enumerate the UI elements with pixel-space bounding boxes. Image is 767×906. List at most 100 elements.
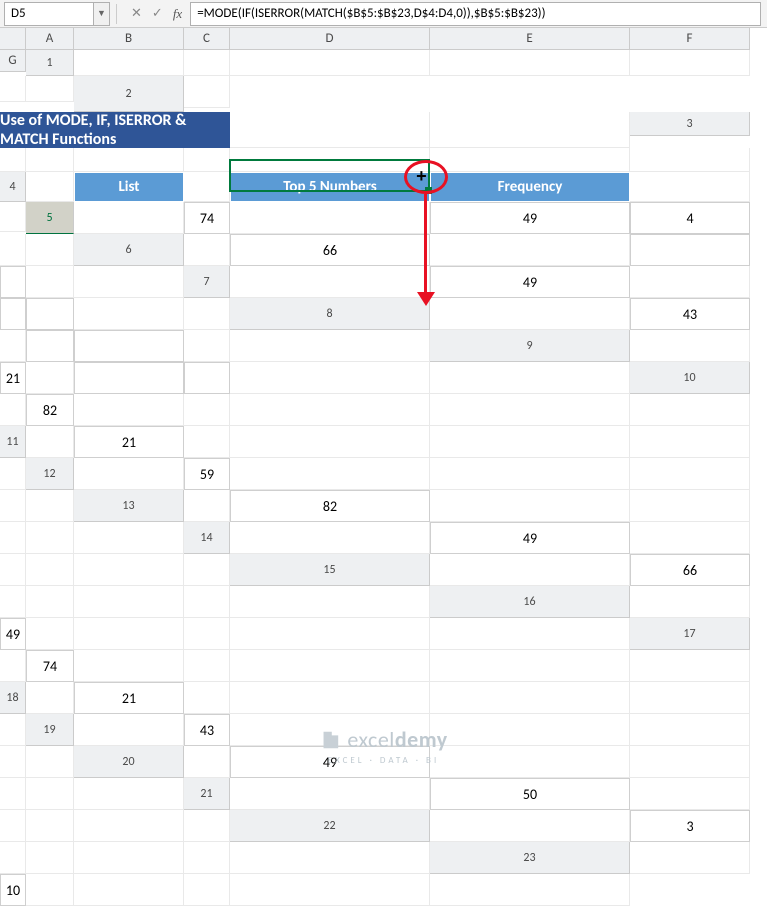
top5-empty[interactable] xyxy=(26,330,74,362)
cell[interactable] xyxy=(630,522,750,554)
cell[interactable] xyxy=(430,426,630,458)
cell[interactable] xyxy=(26,426,74,458)
cell[interactable] xyxy=(26,76,74,102)
cell[interactable] xyxy=(430,650,630,682)
col-A[interactable]: A xyxy=(26,28,74,50)
cell[interactable] xyxy=(74,458,184,490)
cell[interactable] xyxy=(26,778,74,810)
top5-empty[interactable] xyxy=(630,234,750,266)
col-F[interactable]: F xyxy=(630,28,750,50)
cell[interactable] xyxy=(26,810,74,842)
cell[interactable] xyxy=(230,50,430,76)
cell[interactable] xyxy=(184,490,230,522)
row-7[interactable]: 7 xyxy=(184,266,230,298)
cell[interactable] xyxy=(26,266,74,298)
cell[interactable] xyxy=(0,778,26,810)
cell[interactable] xyxy=(184,586,230,618)
top5-empty[interactable] xyxy=(0,298,26,330)
cell[interactable] xyxy=(430,234,630,266)
cell[interactable] xyxy=(630,394,750,426)
freq-empty[interactable] xyxy=(74,330,184,362)
cell[interactable] xyxy=(230,266,430,298)
cell[interactable] xyxy=(230,458,430,490)
row-10[interactable]: 10 xyxy=(630,362,750,394)
fx-icon[interactable]: fx xyxy=(173,6,182,22)
cell[interactable] xyxy=(74,618,184,650)
cell[interactable] xyxy=(0,76,26,102)
list-item[interactable]: 82 xyxy=(26,394,74,426)
list-item[interactable]: 43 xyxy=(630,298,750,330)
list-item[interactable]: 3 xyxy=(630,810,750,842)
spreadsheet-grid[interactable]: ABCDEFG12Use of MODE, IF, ISERROR & MATC… xyxy=(0,28,767,906)
cell[interactable] xyxy=(630,778,750,810)
cell[interactable] xyxy=(74,714,184,746)
list-item[interactable]: 21 xyxy=(74,426,184,458)
row-5[interactable]: 5 xyxy=(26,202,74,234)
cell[interactable] xyxy=(184,842,230,874)
cell[interactable] xyxy=(0,810,26,842)
cell[interactable] xyxy=(26,842,74,874)
formula-input[interactable]: =MODE(IF(ISERROR(MATCH($B$5:$B$23,D$4:D4… xyxy=(190,2,761,26)
row-21[interactable]: 21 xyxy=(184,778,230,810)
cell[interactable] xyxy=(230,618,430,650)
cell[interactable] xyxy=(430,554,630,586)
cell[interactable] xyxy=(430,490,630,522)
row-18[interactable]: 18 xyxy=(0,682,26,714)
col-E[interactable]: E xyxy=(430,28,630,50)
cell[interactable] xyxy=(630,426,750,458)
cell[interactable] xyxy=(630,490,750,522)
row-8[interactable]: 8 xyxy=(230,298,430,330)
cell[interactable] xyxy=(184,746,230,778)
cell[interactable] xyxy=(0,842,26,874)
cell[interactable] xyxy=(26,618,74,650)
row-22[interactable]: 22 xyxy=(230,810,430,842)
cell[interactable] xyxy=(230,650,430,682)
cell[interactable] xyxy=(430,682,630,714)
row-19[interactable]: 19 xyxy=(26,714,74,746)
row-2[interactable]: 2 xyxy=(74,76,184,112)
cell[interactable] xyxy=(74,266,184,298)
list-item[interactable]: 66 xyxy=(230,234,430,266)
cell[interactable] xyxy=(0,650,26,682)
list-item[interactable]: 49 xyxy=(430,266,630,298)
cell[interactable] xyxy=(430,394,630,426)
cell[interactable] xyxy=(230,522,430,554)
freq-empty[interactable] xyxy=(0,266,26,298)
cell[interactable] xyxy=(184,554,230,586)
cell[interactable] xyxy=(26,234,74,266)
cell[interactable] xyxy=(26,554,74,586)
cell[interactable] xyxy=(26,682,74,714)
list-item[interactable]: 82 xyxy=(230,490,430,522)
cell[interactable] xyxy=(630,50,750,76)
cell[interactable] xyxy=(184,650,230,682)
cell[interactable] xyxy=(74,650,184,682)
cell[interactable] xyxy=(74,522,184,554)
row-16[interactable]: 16 xyxy=(430,586,630,618)
cell[interactable] xyxy=(74,842,184,874)
cell[interactable] xyxy=(184,618,230,650)
cell[interactable] xyxy=(630,172,750,202)
name-box-dropdown[interactable]: ▼ xyxy=(94,2,110,26)
cell[interactable] xyxy=(184,172,230,202)
cell[interactable] xyxy=(0,202,26,232)
cell[interactable] xyxy=(430,50,630,76)
cell[interactable] xyxy=(184,76,230,108)
cell[interactable] xyxy=(430,874,630,906)
cell[interactable] xyxy=(0,330,26,362)
cell[interactable] xyxy=(630,714,750,746)
cell[interactable] xyxy=(230,682,430,714)
row-12[interactable]: 12 xyxy=(26,458,74,490)
cell[interactable] xyxy=(74,394,184,426)
list-item[interactable]: 59 xyxy=(184,458,230,490)
list-item[interactable]: 21 xyxy=(0,362,26,394)
cell[interactable] xyxy=(0,234,26,266)
cell[interactable] xyxy=(230,426,430,458)
list-item[interactable]: 74 xyxy=(26,650,74,682)
cell[interactable] xyxy=(26,148,74,172)
cell[interactable] xyxy=(230,330,430,362)
cell[interactable] xyxy=(184,426,230,458)
row-23[interactable]: 23 xyxy=(430,842,630,874)
list-item[interactable]: 43 xyxy=(184,714,230,746)
row-14[interactable]: 14 xyxy=(184,522,230,554)
cell[interactable] xyxy=(430,148,630,172)
